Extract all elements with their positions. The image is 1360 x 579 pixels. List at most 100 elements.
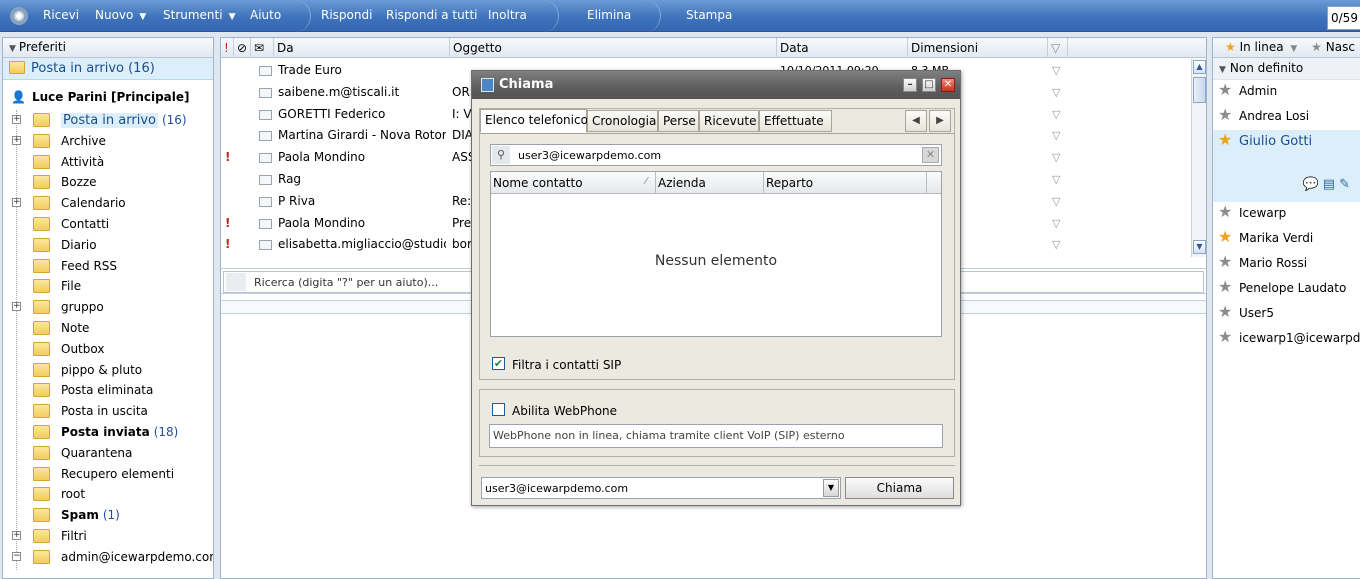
folder-item[interactable]: + Calendario	[3, 193, 213, 214]
column-company[interactable]: Azienda	[656, 172, 764, 194]
tab-scroll-left-icon[interactable]: ◀	[905, 110, 927, 132]
expand-icon[interactable]: +	[12, 530, 21, 540]
column-contact-name[interactable]: Nome contatto ⁄	[491, 172, 656, 194]
priority-flag: !	[225, 215, 231, 230]
folder-item[interactable]: Note	[3, 318, 213, 339]
sort-filter-icon[interactable]: ▽	[1048, 38, 1068, 58]
forward-button[interactable]: Inoltra	[488, 8, 527, 22]
phonebook-search-input[interactable]: ⚲ user3@icewarpdemo.com ✕	[490, 144, 942, 166]
column-subject[interactable]: Oggetto	[450, 38, 777, 58]
delete-button[interactable]: Elimina	[587, 8, 631, 22]
enable-webphone-checkbox[interactable]	[492, 403, 505, 416]
call-target-dropdown-icon[interactable]: ▼	[823, 479, 839, 497]
new-dropdown-arrow-icon[interactable]: ▼	[139, 12, 146, 22]
folder-item[interactable]: Contatti	[3, 214, 213, 235]
contact-item[interactable]: ★ User5	[1213, 302, 1360, 327]
contact-group-undefined[interactable]: ▼ Non definito	[1213, 58, 1360, 80]
folder-item[interactable]: pippo & pluto	[3, 360, 213, 381]
folder-item[interactable]: Quarantena	[3, 443, 213, 464]
maximize-icon[interactable]: □	[922, 78, 936, 92]
contact-item[interactable]: ★ Penelope Laudato	[1213, 277, 1360, 302]
read-status-column-icon[interactable]: ✉	[251, 38, 274, 58]
expand-icon[interactable]: +	[12, 135, 21, 145]
tools-dropdown-arrow-icon[interactable]: ▼	[229, 12, 236, 22]
folder-label: File	[61, 279, 82, 294]
contact-actions-icon[interactable]: 💬▤✎	[1303, 177, 1354, 192]
collapse-arrow-icon[interactable]: ▼	[9, 44, 16, 54]
call-button[interactable]: Chiama	[845, 477, 954, 499]
scroll-thumb[interactable]	[1193, 77, 1206, 103]
folder-icon	[33, 341, 50, 356]
new-button[interactable]: Nuovo ▼	[95, 8, 146, 22]
webphone-status-field: WebPhone non in linea, chiama tramite cl…	[489, 424, 943, 448]
folder-item[interactable]: Spam (1)	[3, 505, 213, 526]
folder-item[interactable]: Attività	[3, 152, 213, 173]
attachment-column-icon[interactable]: ⊘	[234, 38, 251, 58]
folder-item[interactable]: + Archive	[3, 131, 213, 152]
folder-label: Attività	[61, 154, 105, 169]
contact-item[interactable]: ★ icewarp1@icewarpdem	[1213, 327, 1360, 352]
folder-item[interactable]: root	[3, 484, 213, 505]
folder-item[interactable]: Recupero elementi	[3, 464, 213, 485]
print-button[interactable]: Stampa	[686, 8, 732, 22]
hide-offline-button[interactable]: Nasc	[1326, 40, 1355, 54]
close-icon[interactable]: ✕	[941, 78, 955, 92]
folder-item[interactable]: + Posta in arrivo (16)	[3, 110, 213, 131]
reply-button[interactable]: Rispondi	[321, 8, 372, 22]
clear-search-icon[interactable]: ✕	[922, 147, 939, 163]
folder-item[interactable]: + Filtri	[3, 526, 213, 547]
expand-icon[interactable]: +	[12, 198, 21, 208]
filter-sip-checkbox[interactable]: ✔	[492, 357, 505, 370]
group-collapse-icon[interactable]: ▼	[1219, 65, 1226, 75]
folder-item[interactable]: Posta in uscita	[3, 401, 213, 422]
favorite-inbox[interactable]: Posta in arrivo (16)	[3, 58, 213, 80]
help-button[interactable]: Aiuto	[250, 8, 281, 22]
scroll-up-icon[interactable]: ▲	[1193, 60, 1206, 74]
tab-history[interactable]: Cronologia	[587, 110, 658, 132]
priority-column-header[interactable]: !	[221, 38, 234, 58]
contact-item[interactable]: ★ Giulio Gotti 💬▤✎	[1213, 130, 1360, 202]
tab-phonebook[interactable]: Elenco telefonico	[480, 109, 588, 133]
contact-item[interactable]: ★ Andrea Losi	[1213, 105, 1360, 130]
status-dropdown-arrow-icon[interactable]: ▼	[1290, 44, 1297, 54]
scroll-down-icon[interactable]: ▼	[1193, 240, 1206, 254]
account-root[interactable]: 👤 Luce Parini [Principale]	[3, 80, 213, 110]
folder-item[interactable]: Posta inviata (18)	[3, 422, 213, 443]
column-from[interactable]: Da	[274, 38, 450, 58]
expand-icon[interactable]: +	[12, 115, 21, 124]
dialog-titlebar[interactable]: Chiama – □ ✕	[472, 71, 960, 99]
favorites-header[interactable]: ▼ Preferiti	[3, 38, 213, 58]
folder-item[interactable]: Feed RSS	[3, 256, 213, 277]
tab-missed[interactable]: Perse	[658, 110, 699, 132]
folder-item[interactable]: + gruppo	[3, 297, 213, 318]
envelope-icon	[259, 153, 272, 164]
expand-icon[interactable]: +	[12, 302, 21, 312]
online-status-dropdown[interactable]: In linea	[1240, 40, 1284, 54]
app-logo-icon[interactable]	[10, 7, 28, 25]
folder-label: Quarantena	[61, 445, 133, 460]
column-size[interactable]: Dimensioni	[908, 38, 1048, 58]
call-target-combo[interactable]: user3@icewarpdemo.com ▼	[481, 477, 841, 499]
folder-icon	[33, 133, 50, 148]
contact-item[interactable]: ★ Mario Rossi	[1213, 252, 1360, 277]
tools-button[interactable]: Strumenti ▼	[163, 8, 236, 22]
folder-item[interactable]: Posta eliminata	[3, 380, 213, 401]
folder-item[interactable]: Diario	[3, 235, 213, 256]
contact-item[interactable]: ★ Admin	[1213, 80, 1360, 105]
folder-item[interactable]: − admin@icewarpdemo.com	[3, 547, 213, 568]
folder-item[interactable]: Bozze	[3, 172, 213, 193]
message-list-scrollbar[interactable]: ▲ ▼	[1191, 59, 1206, 257]
reply-all-button[interactable]: Rispondi a tutti	[386, 8, 477, 22]
tab-received[interactable]: Ricevute	[699, 110, 759, 132]
tab-dialed[interactable]: Effettuate	[759, 110, 832, 132]
tab-scroll-right-icon[interactable]: ▶	[929, 110, 951, 132]
contact-item[interactable]: ★ Marika Verdi	[1213, 227, 1360, 252]
receive-button[interactable]: Ricevi	[43, 8, 79, 22]
collapse-icon[interactable]: −	[12, 551, 21, 561]
column-department[interactable]: Reparto	[764, 172, 927, 194]
contact-item[interactable]: ★ Icewarp	[1213, 202, 1360, 227]
column-date[interactable]: Data	[777, 38, 908, 58]
minimize-icon[interactable]: –	[903, 78, 917, 92]
folder-item[interactable]: File	[3, 276, 213, 297]
folder-item[interactable]: Outbox	[3, 339, 213, 360]
